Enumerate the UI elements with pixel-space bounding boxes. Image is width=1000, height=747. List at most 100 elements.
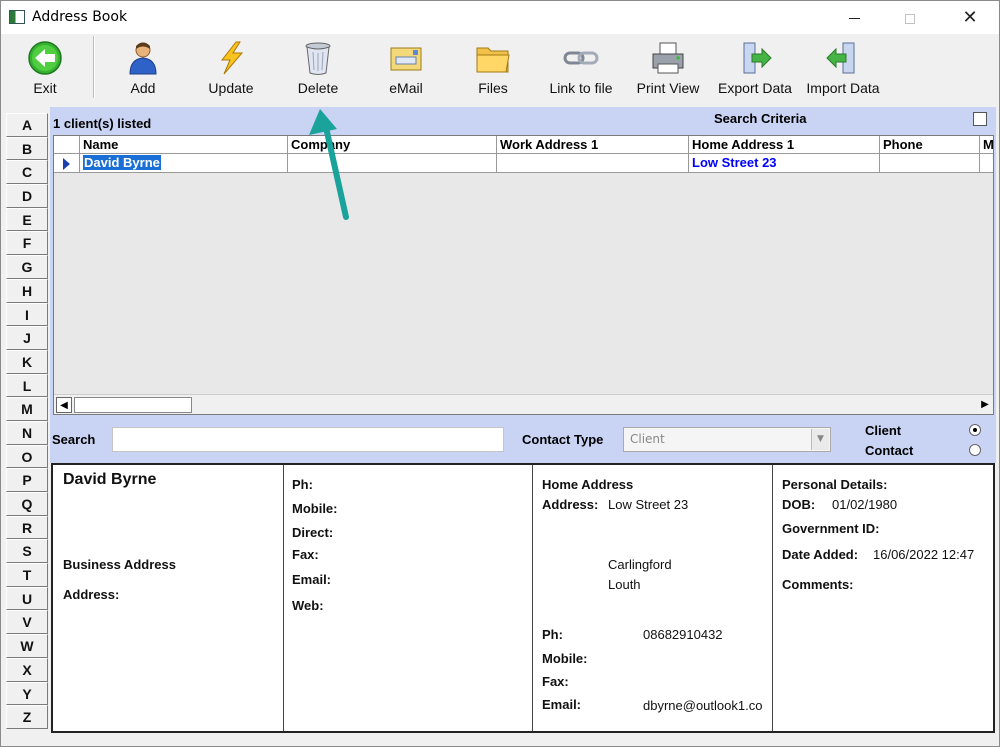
letter-button-v[interactable]: V <box>6 610 48 635</box>
maximize-icon <box>905 13 915 24</box>
scroll-right-icon[interactable]: ▶ <box>977 397 993 413</box>
client-radio[interactable] <box>969 424 981 436</box>
letter-button-c[interactable]: C <box>6 160 48 185</box>
details-column-contact: Ph: Mobile: Direct: Fax: Email: Web: <box>284 465 533 731</box>
files-button[interactable]: Files <box>463 34 523 100</box>
letter-button-u[interactable]: U <box>6 586 48 611</box>
add-button[interactable]: Add <box>113 34 173 100</box>
letter-button-b[interactable]: B <box>6 136 48 161</box>
contact-type-select[interactable]: Client ▼ <box>623 427 831 452</box>
email-icon <box>390 47 422 71</box>
comments-label: Comments: <box>782 577 854 592</box>
email-button[interactable]: eMail <box>375 34 437 100</box>
chevron-down-icon[interactable]: ▼ <box>811 429 829 450</box>
contact-radio[interactable] <box>969 444 981 456</box>
letter-button-y[interactable]: Y <box>6 681 48 706</box>
print-view-button[interactable]: Print View <box>629 34 707 100</box>
add-label: Add <box>130 80 156 96</box>
search-input[interactable] <box>112 427 504 452</box>
letter-button-n[interactable]: N <box>6 420 48 445</box>
cell-phone[interactable] <box>880 154 980 173</box>
letter-button-t[interactable]: T <box>6 563 48 587</box>
search-criteria-checkbox[interactable] <box>973 112 987 126</box>
minimize-button[interactable] <box>831 1 877 34</box>
link-icon <box>563 51 599 65</box>
letter-button-f[interactable]: F <box>6 231 48 256</box>
trash-icon <box>305 42 331 75</box>
import-icon <box>826 42 855 74</box>
export-data-button[interactable]: Export Data <box>713 34 797 100</box>
home-address-county: Louth <box>608 577 641 592</box>
letter-button-g[interactable]: G <box>6 255 48 279</box>
letter-button-w[interactable]: W <box>6 634 48 658</box>
contact-radio-label: Contact <box>865 443 914 458</box>
column-header-home-address[interactable]: Home Address 1 <box>689 136 880 154</box>
home-address-town: Carlingford <box>608 557 672 572</box>
minimize-icon <box>848 18 860 19</box>
client-radio-label: Client <box>865 423 902 438</box>
home-address-line1: Low Street 23 <box>608 497 689 512</box>
cell-home-address[interactable]: Low Street 23 <box>689 154 880 173</box>
letter-button-o[interactable]: O <box>6 444 48 469</box>
app-icon <box>9 10 25 24</box>
link-to-file-label: Link to file <box>549 80 613 96</box>
web-label: Web: <box>292 598 324 613</box>
letter-button-z[interactable]: Z <box>6 705 48 729</box>
letter-button-q[interactable]: Q <box>6 492 48 516</box>
search-label: Search <box>52 432 96 447</box>
letter-button-k[interactable]: K <box>6 349 48 374</box>
cell-company[interactable] <box>288 154 497 173</box>
letter-button-x[interactable]: X <box>6 657 48 682</box>
client-grid: Name Company Work Address 1 Home Address… <box>53 135 994 415</box>
column-header-company[interactable]: Company <box>288 136 497 154</box>
update-button[interactable]: Update <box>197 34 265 100</box>
exit-button[interactable]: Exit <box>17 34 73 100</box>
home-email-value[interactable]: dbyrne@outlook1.co <box>643 698 769 713</box>
column-header-work-address[interactable]: Work Address 1 <box>497 136 689 154</box>
table-row[interactable]: David Byrne Low Street 23 <box>54 154 993 173</box>
scroll-left-icon[interactable]: ◀ <box>56 397 72 413</box>
column-header-mobile[interactable]: M <box>980 136 993 154</box>
direct-label: Direct: <box>292 525 334 540</box>
maximize-button[interactable] <box>887 1 933 34</box>
grid-header: Name Company Work Address 1 Home Address… <box>54 136 993 154</box>
update-label: Update <box>208 80 254 96</box>
home-ph-value: 08682910432 <box>643 627 723 642</box>
cell-mobile[interactable] <box>980 154 993 173</box>
letter-button-j[interactable]: J <box>6 326 48 350</box>
letter-button-d[interactable]: D <box>6 184 48 208</box>
column-header-phone[interactable]: Phone <box>880 136 980 154</box>
client-list-panel: 1 client(s) listed Search Criteria Name … <box>50 107 996 415</box>
letter-button-h[interactable]: H <box>6 278 48 303</box>
email-label-field: Email: <box>292 572 332 587</box>
home-fax-label: Fax: <box>542 674 569 689</box>
close-button[interactable]: ✕ <box>947 1 993 34</box>
import-data-button[interactable]: Import Data <box>801 34 885 100</box>
letter-button-p[interactable]: P <box>6 468 48 492</box>
home-email-label: Email: <box>542 697 582 712</box>
contact-type-value: Client <box>630 432 665 446</box>
selected-name: David Byrne <box>83 155 161 170</box>
files-label: Files <box>478 80 508 96</box>
scroll-thumb[interactable] <box>74 397 192 413</box>
dob-label: DOB: <box>782 497 816 512</box>
letter-button-r[interactable]: R <box>6 515 48 540</box>
business-address-heading: Business Address <box>63 557 176 572</box>
letter-button-s[interactable]: S <box>6 539 48 564</box>
print-view-label: Print View <box>636 80 700 96</box>
column-header-name[interactable]: Name <box>80 136 288 154</box>
horizontal-scrollbar[interactable]: ◀ ▶ <box>54 394 993 414</box>
cell-name[interactable]: David Byrne <box>80 154 288 173</box>
search-bar: Search Contact Type Client ▼ Client Cont… <box>50 415 996 463</box>
home-mobile-label: Mobile: <box>542 651 588 666</box>
delete-button[interactable]: Delete <box>287 34 349 100</box>
letter-button-l[interactable]: L <box>6 373 48 398</box>
mobile-label: Mobile: <box>292 501 338 516</box>
letter-button-m[interactable]: M <box>6 397 48 421</box>
link-to-file-button[interactable]: Link to file <box>539 34 623 100</box>
cell-work-address[interactable] <box>497 154 689 173</box>
letter-button-e[interactable]: E <box>6 207 48 232</box>
letter-button-a[interactable]: A <box>6 113 48 137</box>
details-column-personal: Personal Details: DOB: 01/02/1980 Govern… <box>773 465 993 731</box>
letter-button-i[interactable]: I <box>6 302 48 327</box>
